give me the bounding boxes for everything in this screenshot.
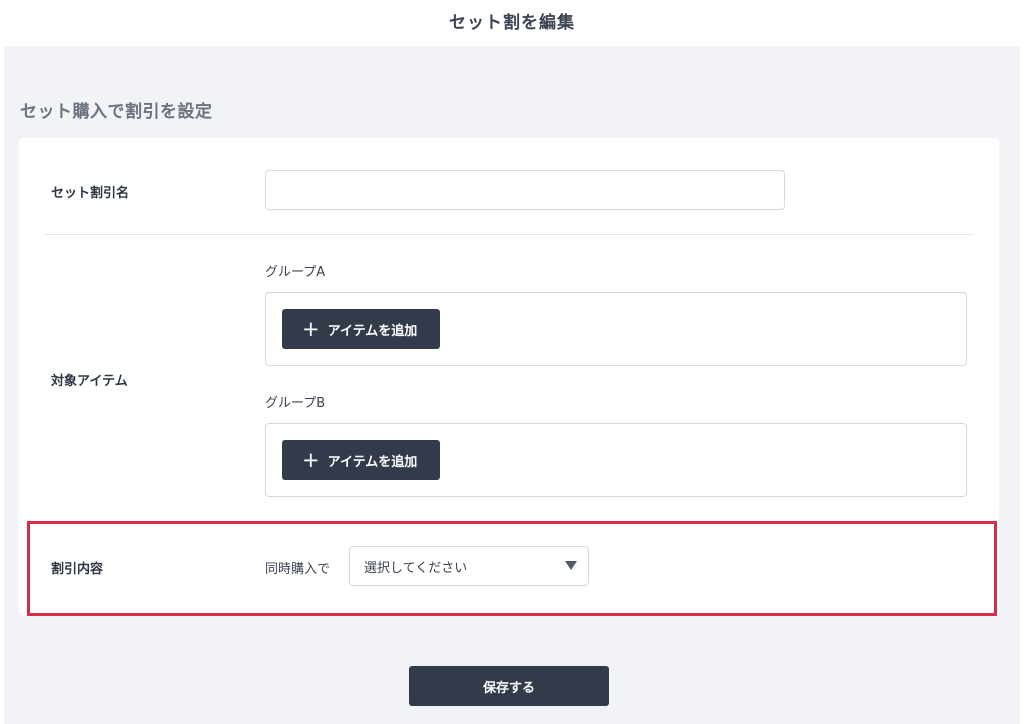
simultaneous-purchase-label: 同時購入で: [265, 562, 331, 577]
add-item-label: アイテムを追加: [327, 323, 418, 339]
plus-icon: +: [302, 316, 320, 341]
discount-select-value: 選択してください: [364, 560, 468, 576]
group-a-label: グループA: [265, 265, 326, 280]
set-discount-name-label: セット割引名: [51, 186, 130, 201]
set-discount-name-input[interactable]: [265, 170, 785, 210]
page-header: セット割を編集: [0, 0, 1024, 46]
plus-icon: +: [302, 447, 320, 472]
group-a-add-item-button[interactable]: + アイテムを追加: [282, 309, 440, 349]
discount-content-label: 割引内容: [51, 562, 104, 577]
save-button[interactable]: 保存する: [409, 666, 609, 706]
page-title: セット割を編集: [449, 13, 575, 33]
group-b-add-item-button[interactable]: + アイテムを追加: [282, 440, 440, 480]
caret-down-icon: [565, 561, 577, 570]
group-b-label: グループB: [265, 396, 326, 411]
discount-select[interactable]: 選択してください: [349, 546, 589, 586]
section-title: セット購入で割引を設定: [20, 102, 213, 122]
add-item-label: アイテムを追加: [327, 454, 418, 470]
divider: [43, 234, 974, 235]
target-items-label: 対象アイテム: [51, 374, 128, 389]
